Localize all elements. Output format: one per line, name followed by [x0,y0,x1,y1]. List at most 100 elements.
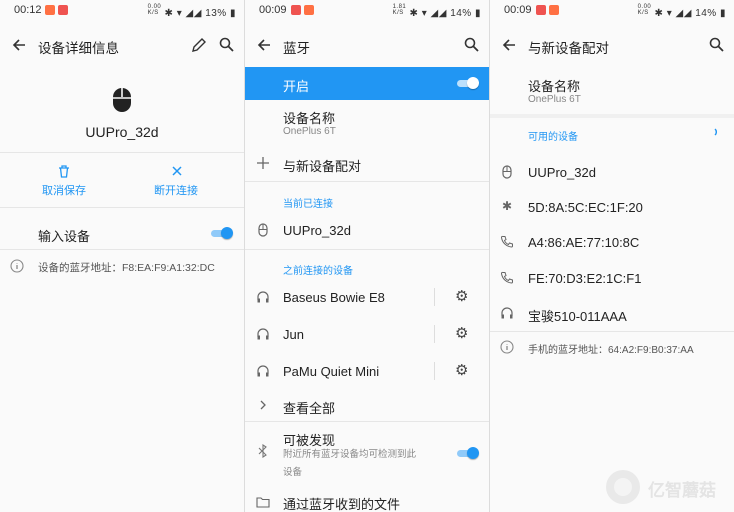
device-details-screen: 00:12 0.00 K/S ✱ ▾ ◢◢ 13% ▮ 设备详细信息 UUPro_… [0,0,244,512]
bluetooth-screen: 00:09 1.81 K/S ✱ ▾ ◢◢ 14% ▮ 蓝牙 开启 设备名称 On… [245,0,489,512]
disconnect-button[interactable]: 断开连接 [146,160,216,200]
available-device-row[interactable]: A4:86:AE:77:10:8C [490,227,734,257]
previous-device-row[interactable]: Baseus Bowie E8 ⚙ [245,282,489,312]
previous-device-row[interactable]: Jun ⚙ [245,319,489,349]
info-icon [10,259,24,273]
notification-app-icon [536,5,546,15]
page-title: 与新设备配对 [528,41,609,56]
status-bar: 00:09 0.00 K/S ✱ ▾ ◢◢ 14% ▮ [490,0,734,22]
search-icon[interactable] [708,36,726,54]
divider [245,181,489,182]
back-arrow-icon[interactable] [500,36,518,54]
back-arrow-icon[interactable] [10,36,28,54]
divider [490,114,734,118]
battery-percent: 13% [205,8,227,19]
signal-icon: ◢◢ [430,8,447,19]
available-device-name: A4:86:AE:77:10:8C [528,235,640,250]
available-device-row[interactable]: UUPro_32d [490,157,734,187]
notification-app-icon [304,5,314,15]
toolbar: 与新设备配对 [490,22,734,68]
previous-devices-header: 之前连接的设备 [283,266,353,277]
previous-device-name: Jun [283,327,304,342]
headphones-icon [257,291,269,303]
headphones-icon [257,365,269,377]
available-device-row[interactable]: ✱ 5D:8A:5C:EC:1F:20 [490,192,734,222]
bt-address-text: 手机的蓝牙地址：64:A2:F9:B0:37:AA [528,345,694,356]
headphones-icon [501,307,513,319]
available-device-row[interactable]: FE:70:D3:E2:1C:F1 [490,263,734,293]
device-name-row[interactable]: 设备名称 OnePlus 6T [490,72,734,114]
gear-icon[interactable]: ⚙ [455,324,468,342]
gear-icon[interactable]: ⚙ [455,361,468,379]
status-right: 0.00 K/S ✱ ▾ ◢◢ 13% ▮ [148,4,236,19]
device-name: UUPro_32d [85,124,159,140]
phone-icon [501,271,513,284]
device-name-row[interactable]: 设备名称 OnePlus 6T [245,104,489,146]
search-icon[interactable] [218,36,236,54]
input-device-toggle[interactable] [211,226,233,240]
available-device-name: FE:70:D3:E2:1C:F1 [528,271,642,286]
divider [490,331,734,332]
headphones-icon [257,328,269,340]
discoverable-row[interactable]: 可被发现 附近所有蓝牙设备均可检测到此 设备 [245,426,489,482]
net-speed-unit: K/S [637,10,649,16]
page-title: 蓝牙 [283,41,310,56]
previous-device-name: PaMu Quiet Mini [283,364,380,379]
phone-icon [501,235,513,248]
notification-app-icon [58,5,68,15]
connected-device-row[interactable]: UUPro_32d [245,215,489,245]
search-icon[interactable] [463,36,481,54]
page-title: 设备详细信息 [38,41,119,56]
battery-percent: 14% [695,8,717,19]
previous-device-name: Baseus Bowie E8 [283,290,385,305]
input-device-label: 输入设备 [38,229,91,244]
battery-icon: ▮ [719,8,726,19]
watermark: 亿智蘑菇 [600,462,734,512]
bluetooth-icon: ✱ [654,8,664,19]
forget-label: 取消保存 [42,185,86,197]
chevron-right-icon [260,400,266,410]
wifi-icon: ▾ [421,8,428,19]
status-bar: 00:12 0.00 K/S ✱ ▾ ◢◢ 13% ▮ [0,0,244,22]
previous-device-row[interactable]: PaMu Quiet Mini ⚙ [245,356,489,386]
connected-device-name: UUPro_32d [283,223,351,238]
toolbar: 设备详细信息 [0,22,244,68]
gear-icon[interactable]: ⚙ [455,287,468,305]
status-bar: 00:09 1.81 K/S ✱ ▾ ◢◢ 14% ▮ [245,0,489,22]
received-files-row[interactable]: 通过蓝牙收到的文件 [245,488,489,512]
battery-percent: 14% [450,8,472,19]
divider [434,325,435,343]
loading-spinner-icon [714,128,717,136]
signal-icon: ◢◢ [675,8,692,19]
divider [0,249,244,250]
bluetooth-toggle[interactable] [457,76,479,90]
bluetooth-master-switch-row[interactable]: 开启 [245,67,489,100]
pair-new-device-row[interactable]: 与新设备配对 [245,150,489,178]
net-speed-unit: K/S [147,10,159,16]
discoverable-icon [258,444,267,458]
pair-new-device-label: 与新设备配对 [283,159,362,174]
pair-new-device-screen: 00:09 0.00 K/S ✱ ▾ ◢◢ 14% ▮ 与新设备配对 设备名称 O… [490,0,734,512]
divider [245,249,489,250]
see-all-label: 查看全部 [283,401,336,416]
edit-pencil-icon[interactable] [190,36,208,54]
mouse-icon [258,223,268,237]
toolbar: 蓝牙 [245,22,489,68]
mouse-icon [113,88,131,112]
forget-button[interactable]: 取消保存 [30,160,100,200]
close-icon [172,166,182,176]
watermark-text: 亿智蘑菇 [648,481,716,500]
divider [0,207,244,208]
received-files-label: 通过蓝牙收到的文件 [283,497,401,512]
device-name-value: OnePlus 6T [283,126,336,137]
see-all-row[interactable]: 查看全部 [245,392,489,420]
divider [434,362,435,380]
status-right: 1.81 K/S ✱ ▾ ◢◢ 14% ▮ [393,4,481,19]
discoverable-toggle[interactable] [457,446,479,460]
divider [434,288,435,306]
available-device-row[interactable]: 宝骏510-011AAA [490,298,734,328]
connected-header: 当前已连接 [283,199,333,210]
info-icon [500,340,514,354]
back-arrow-icon[interactable] [255,36,273,54]
available-device-name: 5D:8A:5C:EC:1F:20 [528,200,643,215]
